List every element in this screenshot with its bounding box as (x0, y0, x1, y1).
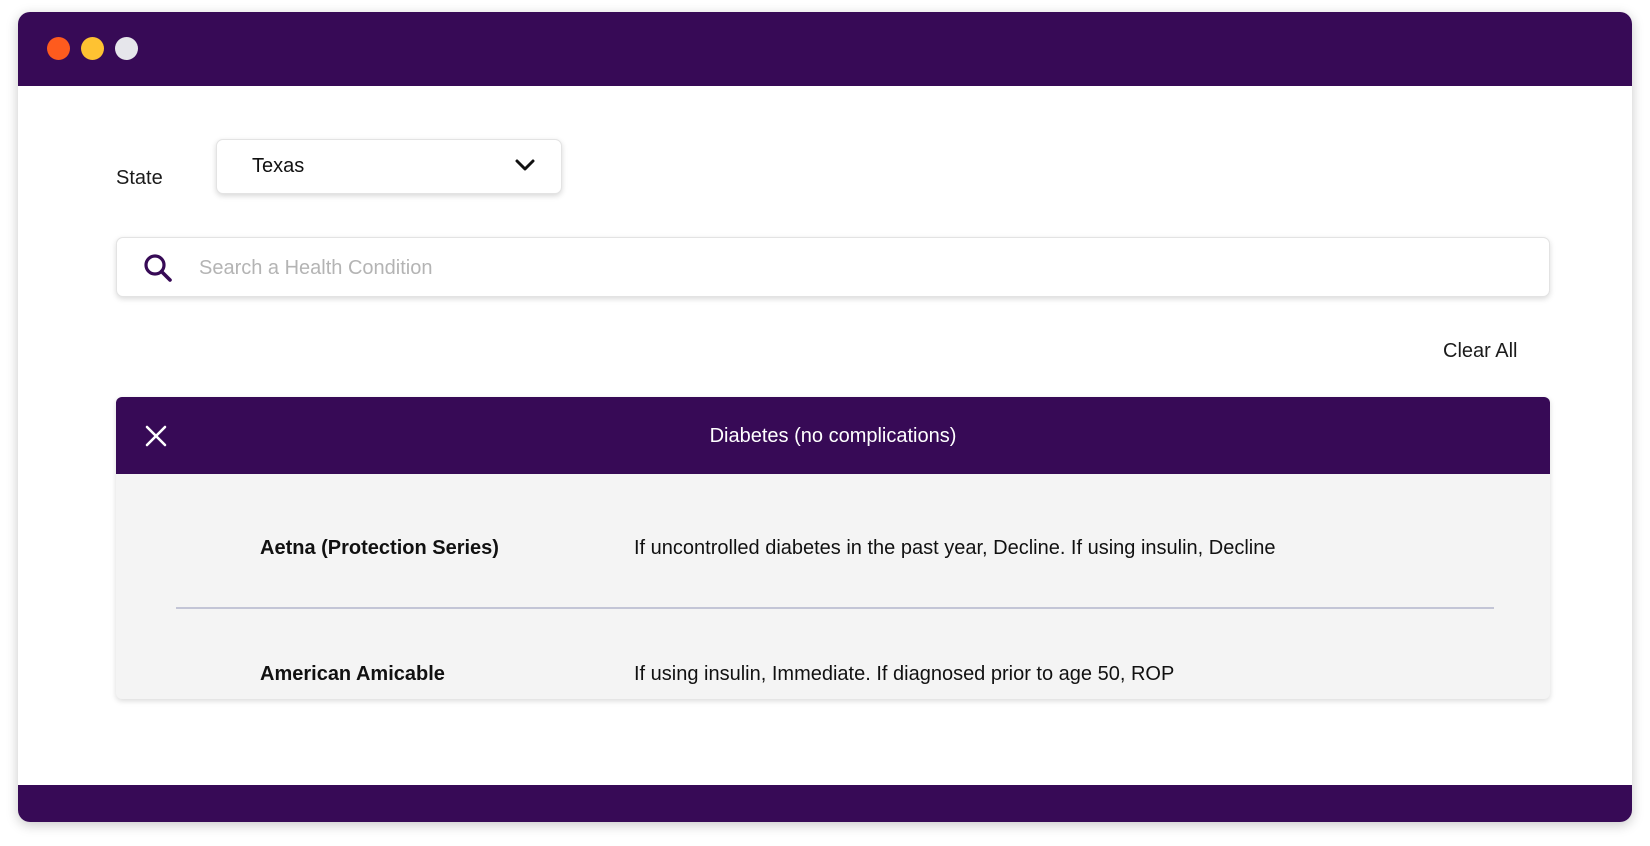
search-bar (116, 237, 1550, 298)
carrier-rule: If using insulin, Immediate. If diagnose… (634, 663, 1175, 685)
search-icon (144, 254, 172, 282)
carrier-row: Aetna (Protection Series) If uncontrolle… (116, 537, 1550, 577)
condition-title: Diabetes (no complications) (709, 425, 957, 447)
carrier-name: Aetna (Protection Series) (260, 537, 499, 559)
window-maximize-dot[interactable] (115, 37, 138, 60)
carrier-row: American Amicable If using insulin, Imme… (116, 663, 1550, 699)
window-titlebar (18, 12, 1632, 86)
state-dropdown[interactable]: Texas (216, 139, 562, 194)
app-window: State Texas Clear All Diabetes (no compl… (18, 12, 1632, 822)
window-close-dot[interactable] (47, 37, 70, 60)
condition-card-header: Diabetes (no complications) (116, 397, 1550, 474)
state-label: State (116, 167, 163, 189)
carrier-name: American Amicable (260, 663, 445, 685)
search-input[interactable] (197, 238, 1531, 298)
window-minimize-dot[interactable] (81, 37, 104, 60)
clear-all-button[interactable]: Clear All (1443, 340, 1517, 363)
row-divider (176, 607, 1494, 609)
chevron-down-icon (515, 159, 535, 171)
window-footer-bar (18, 785, 1632, 822)
carrier-rule: If uncontrolled diabetes in the past yea… (634, 537, 1276, 559)
state-dropdown-value: Texas (252, 155, 305, 177)
condition-card: Diabetes (no complications) Aetna (Prote… (116, 397, 1550, 699)
